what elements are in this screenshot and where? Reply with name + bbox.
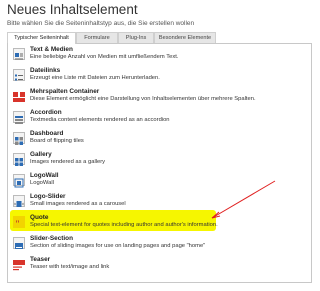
annotation-arrow: [211, 180, 276, 219]
